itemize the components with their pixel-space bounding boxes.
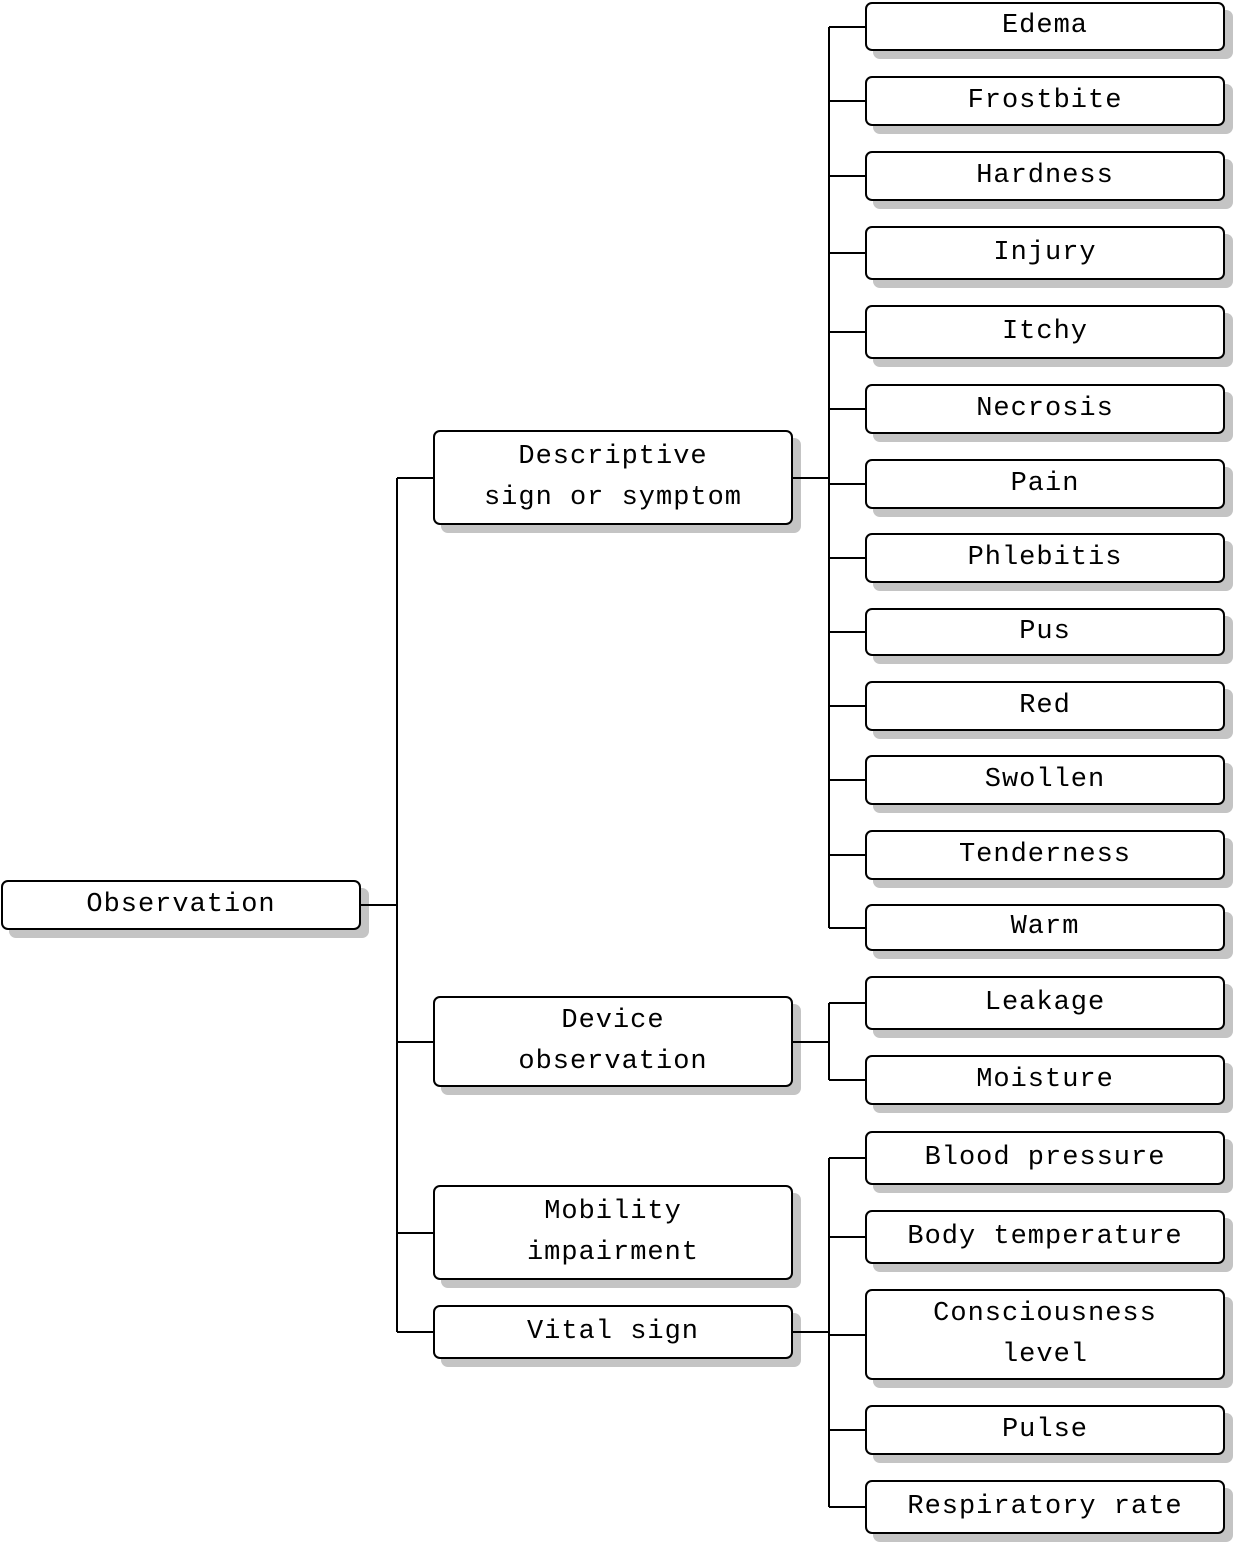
leaf-node-swollen: Swollen xyxy=(865,755,1225,805)
connector-to-device-observation xyxy=(397,1040,433,1043)
leaf-node-injury: Injury xyxy=(865,226,1225,280)
observation-tree-diagram: Observation Descriptive sign or symptom Ed… xyxy=(0,0,1235,1544)
branch-device-observation xyxy=(828,1003,830,1080)
leaf-node-itchy: Itchy xyxy=(865,305,1225,359)
connector-from-descriptive-sign-or-symptom xyxy=(793,476,829,479)
branch-descriptive-sign-or-symptom xyxy=(828,26,830,928)
leaf-node-frostbite: Frostbite xyxy=(865,76,1225,126)
root-node-observation: Observation xyxy=(1,880,361,930)
leaf-node-tenderness: Tenderness xyxy=(865,830,1225,880)
trunk-root xyxy=(396,477,398,1332)
connector-to-swollen xyxy=(829,779,865,781)
connector-to-injury xyxy=(829,252,865,254)
leaf-node-phlebitis: Phlebitis xyxy=(865,533,1225,583)
connector-to-mobility-impairment xyxy=(397,1231,433,1234)
connector-from-vital-sign xyxy=(793,1331,829,1333)
connector-to-warm xyxy=(829,926,865,929)
leaf-node-edema: Edema xyxy=(865,2,1225,51)
category-node-mobility-impairment: Mobility impairment xyxy=(433,1185,793,1280)
connector-to-pulse xyxy=(829,1429,865,1431)
leaf-node-necrosis: Necrosis xyxy=(865,384,1225,434)
connector-root xyxy=(361,904,397,906)
connector-to-descriptive-sign-or-symptom xyxy=(397,476,433,479)
connector-to-necrosis xyxy=(829,408,865,410)
connector-to-blood-pressure xyxy=(829,1157,865,1159)
connector-to-leakage xyxy=(829,1002,865,1004)
connector-to-pain xyxy=(829,483,865,485)
leaf-node-body-temperature: Body temperature xyxy=(865,1210,1225,1264)
leaf-node-warm: Warm xyxy=(865,904,1225,951)
connector-to-consciousness-level xyxy=(829,1333,865,1336)
branch-vital-sign xyxy=(828,1158,830,1507)
connector-to-phlebitis xyxy=(829,557,865,559)
leaf-node-red: Red xyxy=(865,681,1225,731)
connector-to-body-temperature xyxy=(829,1236,865,1238)
connector-to-edema xyxy=(829,25,865,28)
leaf-node-blood-pressure: Blood pressure xyxy=(865,1131,1225,1185)
leaf-node-pain: Pain xyxy=(865,459,1225,509)
connector-to-tenderness xyxy=(829,854,865,856)
leaf-node-consciousness-level: Consciousness level xyxy=(865,1289,1225,1380)
connector-to-frostbite xyxy=(829,100,865,102)
leaf-node-respiratory-rate: Respiratory rate xyxy=(865,1480,1225,1534)
leaf-node-pus: Pus xyxy=(865,608,1225,656)
leaf-node-moisture: Moisture xyxy=(865,1055,1225,1105)
connector-to-hardness xyxy=(829,175,865,177)
connector-to-vital-sign xyxy=(397,1331,433,1333)
leaf-node-leakage: Leakage xyxy=(865,976,1225,1030)
connector-to-red xyxy=(829,705,865,707)
connector-to-respiratory-rate xyxy=(829,1506,865,1508)
connector-from-device-observation xyxy=(793,1040,829,1043)
category-node-vital-sign: Vital sign xyxy=(433,1305,793,1359)
leaf-node-hardness: Hardness xyxy=(865,151,1225,201)
connector-to-pus xyxy=(829,631,865,633)
category-node-descriptive-sign-or-symptom: Descriptive sign or symptom xyxy=(433,430,793,525)
leaf-node-pulse: Pulse xyxy=(865,1405,1225,1455)
connector-to-itchy xyxy=(829,331,865,333)
connector-to-moisture xyxy=(829,1079,865,1081)
category-node-device-observation: Device observation xyxy=(433,996,793,1087)
